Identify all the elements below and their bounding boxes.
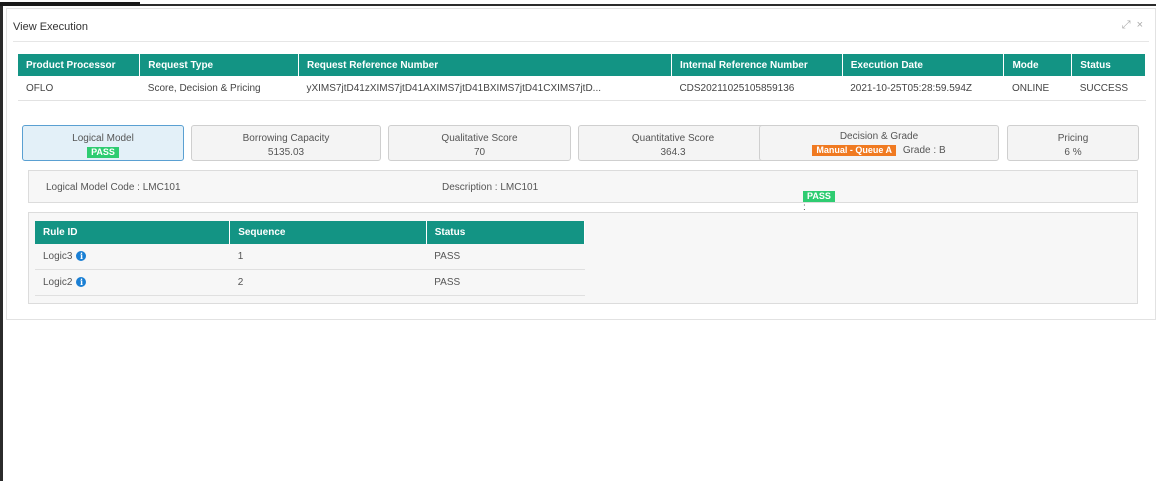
card-logical-model[interactable]: Logical Model PASS	[22, 125, 184, 161]
card-quantitative-score[interactable]: Quantitative Score 364.3	[578, 125, 768, 161]
header-product-processor: Product Processor	[18, 54, 141, 76]
rule-table-header: Rule ID Sequence Status	[35, 221, 586, 244]
logical-model-description: Description : LMC101	[442, 182, 539, 193]
window-controls[interactable]: ⤢×	[1122, 19, 1149, 32]
header-rule-status: Status	[426, 221, 586, 244]
header-internal-reference-number: Internal Reference Number	[671, 54, 843, 76]
top-frame-line	[0, 0, 1156, 8]
cell-internal-reference-number: CDS20211025105859136	[671, 76, 843, 101]
header-request-reference-number: Request Reference Number	[298, 54, 672, 76]
grade-text: Grade : B	[902, 145, 946, 156]
table-row[interactable]: Logic2 i 2 PASS	[35, 269, 585, 296]
header-sequence: Sequence	[229, 221, 427, 244]
header-execution-date: Execution Date	[842, 54, 1005, 76]
card-qualitative-score[interactable]: Qualitative Score 70	[388, 125, 571, 161]
top-border	[0, 4, 1156, 6]
cell-mode: ONLINE	[1003, 76, 1072, 101]
card-quantitative-score-value: 364.3	[660, 147, 686, 158]
table-row[interactable]: Logic3 i 1 PASS	[35, 244, 585, 270]
header-rule-id: Rule ID	[35, 221, 231, 244]
card-decision-grade-title: Decision & Grade	[839, 131, 919, 142]
rule-status-cell: PASS	[426, 269, 585, 296]
cell-execution-date: 2021-10-25T05:28:59.594Z	[842, 76, 1004, 101]
info-icon[interactable]: i	[76, 277, 87, 287]
active-tab-indicator	[0, 2, 140, 6]
card-pricing[interactable]: Pricing 6 %	[1007, 125, 1139, 161]
cell-request-reference-number: yXIMS7jtD41zXIMS7jtD41AXIMS7jtD41BXIMS7j…	[298, 76, 672, 101]
logical-model-code: Logical Model Code : LMC101	[46, 182, 181, 193]
header-request-type: Request Type	[139, 54, 299, 76]
rule-status-cell: PASS	[426, 244, 585, 270]
cell-status: SUCCESS	[1071, 76, 1146, 101]
panel-title: View Execution	[13, 21, 89, 33]
info-icon[interactable]: i	[76, 251, 87, 261]
execution-table-header: Product Processor Request Type Request R…	[18, 54, 1146, 76]
execution-table: Product Processor Request Type Request R…	[18, 54, 1146, 101]
rule-id-cell: Logic3 i	[35, 244, 230, 270]
cell-request-type: Score, Decision & Pricing	[139, 76, 299, 101]
card-borrowing-capacity[interactable]: Borrowing Capacity 5135.03	[191, 125, 381, 161]
rule-table: Rule ID Sequence Status Logic3 i 1 PASS L…	[35, 221, 586, 296]
card-pricing-title: Pricing	[1057, 133, 1089, 144]
logical-model-pass-badge: PASS	[87, 147, 119, 158]
card-qualitative-score-value: 70	[473, 147, 486, 158]
header-status: Status	[1071, 54, 1146, 76]
left-frame-border	[0, 6, 3, 481]
close-icon[interactable]: ×	[1137, 19, 1149, 31]
sequence-cell: 2	[229, 269, 427, 296]
card-decision-grade[interactable]: Decision & Grade Manual - Queue A Grade …	[759, 125, 999, 161]
table-row[interactable]: OFLO Score, Decision & Pricing yXIMS7jtD…	[18, 76, 1146, 101]
decision-manual-badge: Manual - Queue A	[812, 145, 897, 156]
sequence-cell: 1	[229, 244, 427, 270]
rule-id-text: Logic2	[43, 277, 73, 288]
card-borrowing-capacity-title: Borrowing Capacity	[242, 133, 330, 144]
rule-id-cell: Logic2 i	[35, 269, 230, 296]
card-logical-model-title: Logical Model	[72, 133, 134, 144]
cell-product-processor: OFLO	[18, 76, 140, 101]
card-qualitative-score-title: Qualitative Score	[441, 133, 518, 144]
rule-table-container: Rule ID Sequence Status Logic3 i 1 PASS L…	[28, 212, 1138, 304]
logical-model-info-bar: Logical Model Code : LMC101 Description …	[28, 170, 1138, 213]
title-separator	[13, 41, 1149, 42]
rule-id-text: Logic3	[43, 251, 73, 262]
card-borrowing-capacity-value: 5135.03	[267, 147, 305, 158]
status-pass-badge: PASS	[803, 191, 835, 202]
card-pricing-value: 6 %	[1064, 147, 1082, 158]
score-cards: Logical Model PASS Borrowing Capacity 51…	[20, 125, 1140, 163]
card-quantitative-score-title: Quantitative Score	[631, 133, 715, 144]
maximize-icon[interactable]: ⤢	[1122, 19, 1137, 31]
header-mode: Mode	[1003, 54, 1073, 76]
